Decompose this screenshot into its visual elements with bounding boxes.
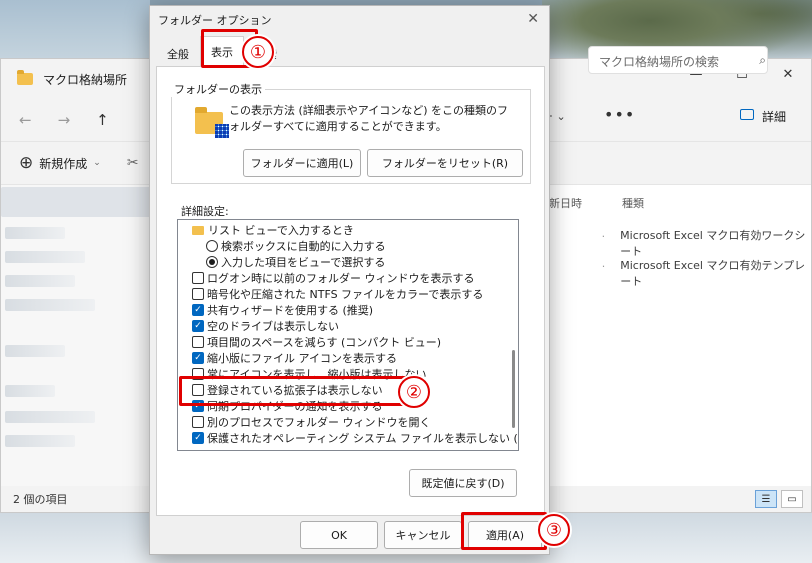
search-icon[interactable]: ⌕: [759, 53, 766, 68]
file-row[interactable]: . Microsoft Excel マクロ有効テンプレート: [549, 257, 811, 289]
advanced-setting-label: 保護されたオペレーティング システム ファイルを表示しない (推奨): [207, 432, 519, 445]
file-column-headers: 新日時 種類: [549, 195, 644, 211]
search-input[interactable]: マクロ格納場所の検索: [588, 46, 768, 74]
advanced-setting-item[interactable]: 別のプロセスでフォルダー ウィンドウを開く: [192, 414, 431, 430]
checkbox-checked[interactable]: ✓: [192, 304, 204, 316]
nav-item[interactable]: [5, 275, 75, 287]
advanced-setting-item[interactable]: 暗号化や圧縮された NTFS ファイルをカラーで表示する: [192, 286, 483, 302]
column-type[interactable]: 種類: [622, 195, 644, 211]
view-switcher: ☰ ▭: [755, 490, 803, 508]
advanced-setting-item[interactable]: ✓ 空のドライブは表示しない: [192, 318, 339, 334]
file-row[interactable]: . Microsoft Excel マクロ有効ワークシート: [549, 227, 811, 259]
advanced-setting-label: 暗号化や圧縮された NTFS ファイルをカラーで表示する: [207, 288, 484, 301]
nav-item[interactable]: [5, 345, 65, 357]
advanced-setting-item[interactable]: 入力した項目をビューで選択する: [206, 254, 385, 270]
checkbox[interactable]: [192, 272, 204, 284]
new-button[interactable]: ⊕ 新規作成 ⌄: [19, 153, 101, 173]
folder-icon: [192, 225, 204, 235]
file-type: Microsoft Excel マクロ有効ワークシート: [620, 229, 806, 258]
checkbox-checked[interactable]: ✓: [192, 432, 204, 444]
annotation-step-2: ②: [398, 376, 430, 408]
nav-item[interactable]: [5, 251, 85, 263]
advanced-settings-label: 詳細設定:: [181, 205, 229, 218]
apply-to-folders-button[interactable]: フォルダーに適用(L): [243, 149, 361, 177]
folder-view-icon: [195, 107, 229, 138]
advanced-setting-item[interactable]: ✓ 縮小版にファイル アイコンを表示する: [192, 350, 397, 366]
navigation-pane: [1, 185, 151, 486]
scrollbar-thumb[interactable]: [512, 350, 515, 428]
details-button[interactable]: 詳細: [762, 108, 786, 125]
cut-icon[interactable]: ✂: [127, 155, 139, 171]
advanced-setting-label: ログオン時に以前のフォルダー ウィンドウを表示する: [207, 272, 475, 285]
tiles-view-icon[interactable]: ▭: [781, 490, 803, 508]
advanced-setting-label: 縮小版にファイル アイコンを表示する: [207, 352, 397, 365]
annotation-box-hide-extensions: [179, 376, 411, 406]
new-button-label: 新規作成: [39, 156, 88, 171]
nav-item[interactable]: [5, 227, 65, 239]
nav-item[interactable]: [5, 435, 75, 447]
checkbox-checked[interactable]: ✓: [192, 352, 204, 364]
details-view-icon[interactable]: ☰: [755, 490, 777, 508]
close-window-icon[interactable]: ✕: [765, 59, 811, 89]
checkbox-checked[interactable]: ✓: [192, 320, 204, 332]
chevron-down-icon: ⌄: [93, 158, 101, 168]
back-arrow-icon[interactable]: ←: [19, 111, 32, 129]
folder-icon: [17, 70, 33, 85]
details-pane-icon[interactable]: [740, 109, 754, 120]
item-count: 2 個の項目: [13, 493, 68, 506]
advanced-setting-item[interactable]: ログオン時に以前のフォルダー ウィンドウを表示する: [192, 270, 475, 286]
advanced-settings-list[interactable]: リスト ビューで入力するとき検索ボックスに自動的に入力する 入力した項目をビューで…: [177, 219, 519, 451]
advanced-setting-label: 共有ウィザードを使用する (推奨): [207, 304, 374, 317]
radio-button[interactable]: [206, 256, 218, 268]
dialog-title: フォルダー オプション: [158, 14, 272, 27]
dialog-close-icon[interactable]: ✕: [527, 11, 539, 27]
advanced-setting-item[interactable]: 検索ボックスに自動的に入力する: [206, 238, 386, 254]
nav-item-selected[interactable]: [1, 187, 151, 217]
advanced-setting-label: 項目間のスペースを減らす (コンパクト ビュー): [207, 336, 442, 349]
more-icon[interactable]: •••: [604, 105, 635, 124]
file-type: Microsoft Excel マクロ有効テンプレート: [620, 259, 806, 288]
advanced-setting-item[interactable]: ✓ 共有ウィザードを使用する (推奨): [192, 302, 373, 318]
advanced-setting-item[interactable]: ✓ 保護されたオペレーティング システム ファイルを表示しない (推奨): [192, 430, 519, 446]
up-arrow-icon[interactable]: ↑: [96, 111, 109, 129]
checkbox[interactable]: [192, 336, 204, 348]
explorer-toolbar-right: ー ⌄ ••• 詳細: [542, 96, 812, 140]
forward-arrow-icon[interactable]: →: [58, 111, 71, 129]
restore-defaults-button[interactable]: 既定値に戻す(D): [409, 469, 517, 497]
cancel-button[interactable]: キャンセル: [384, 521, 462, 549]
annotation-step-3: ③: [538, 514, 570, 546]
checkbox[interactable]: [192, 288, 204, 300]
folder-view-label: フォルダーの表示: [171, 81, 265, 97]
file-date: .: [601, 227, 606, 240]
advanced-setting-label: 空のドライブは表示しない: [207, 320, 339, 333]
ok-button[interactable]: OK: [300, 521, 378, 549]
advanced-setting-label: 別のプロセスでフォルダー ウィンドウを開く: [207, 416, 431, 429]
annotation-box-apply: [461, 512, 547, 550]
advanced-setting-label: 入力した項目をビューで選択する: [221, 256, 386, 269]
radio-button[interactable]: [206, 240, 218, 252]
explorer-title: マクロ格納場所: [43, 72, 128, 87]
advanced-setting-item[interactable]: 項目間のスペースを減らす (コンパクト ビュー): [192, 334, 441, 350]
plus-icon: ⊕: [19, 153, 34, 173]
advanced-setting-label: 検索ボックスに自動的に入力する: [221, 240, 386, 253]
advanced-settings-scrollbar[interactable]: [508, 220, 518, 450]
nav-item[interactable]: [5, 299, 95, 311]
reset-folders-button[interactable]: フォルダーをリセット(R): [367, 149, 523, 177]
annotation-step-1: ①: [242, 36, 274, 68]
checkbox[interactable]: [192, 416, 204, 428]
column-date[interactable]: 新日時: [549, 195, 582, 211]
file-date: .: [601, 257, 606, 270]
folder-view-description: この表示方法 (詳細表示やアイコンなど) をこの種類のフォルダーすべてに適用する…: [229, 104, 509, 133]
advanced-setting-item[interactable]: リスト ビューで入力するとき: [192, 222, 354, 238]
advanced-setting-label: リスト ビューで入力するとき: [208, 224, 354, 237]
nav-item[interactable]: [5, 411, 95, 423]
wallpaper-sky: [0, 0, 150, 60]
folder-options-dialog: フォルダー オプション ✕ 全般 表示 検索 フォルダーの表示 この表示方法 (…: [149, 5, 550, 555]
nav-item[interactable]: [5, 385, 55, 397]
tab-general[interactable]: 全般: [156, 40, 200, 66]
